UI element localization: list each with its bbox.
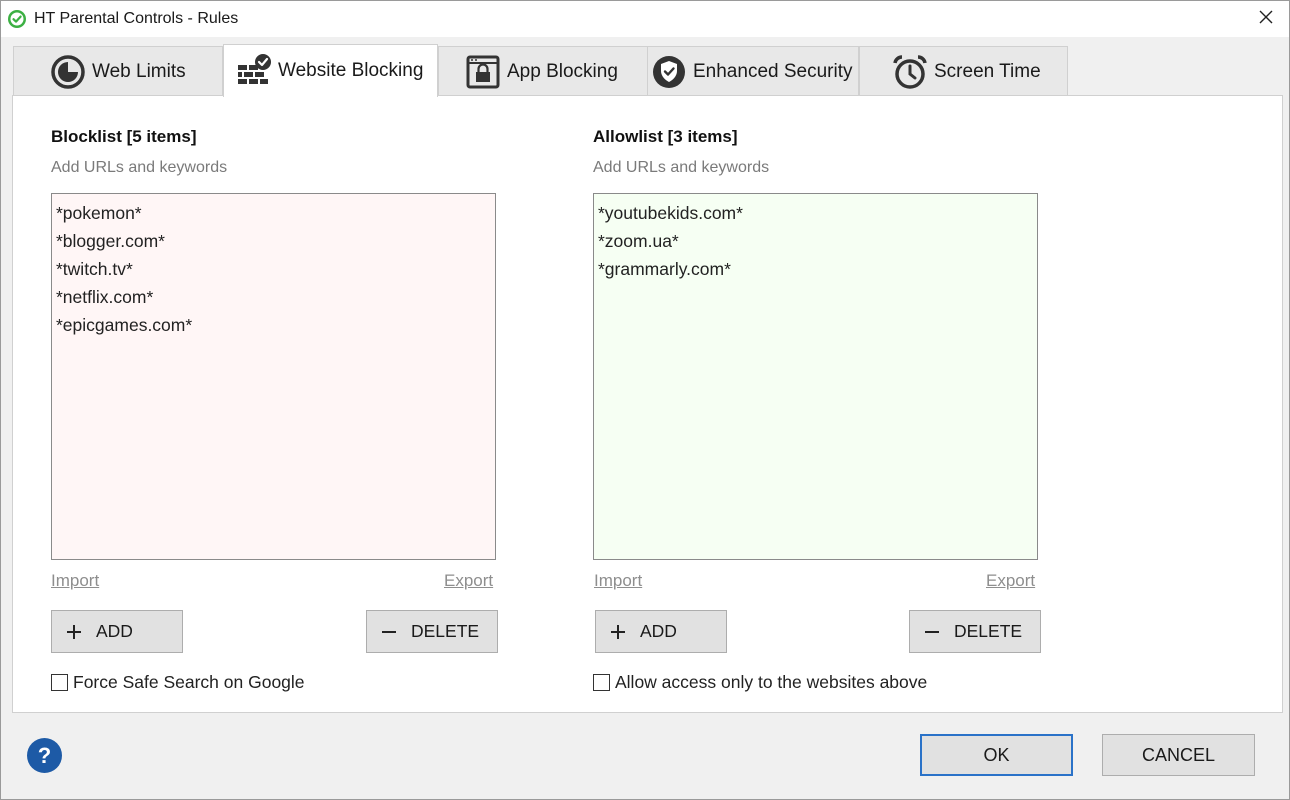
pie-clock-icon — [50, 54, 86, 90]
allowlist-export-link[interactable]: Export — [986, 571, 1035, 591]
website-blocking-panel: Blocklist [5 items] Add URLs and keyword… — [12, 95, 1283, 713]
tab-website-blocking[interactable]: Website Blocking — [223, 44, 438, 97]
blocklist-delete-button[interactable]: DELETE — [366, 610, 498, 653]
button-label: ADD — [640, 621, 677, 641]
tab-bar: Web Limits Website Blocking App Blocking… — [13, 44, 1283, 97]
allowlist-delete-button[interactable]: DELETE — [909, 610, 1041, 653]
plus-icon — [610, 624, 626, 640]
blocklist-section: Blocklist [5 items] Add URLs and keyword… — [51, 96, 501, 696]
list-item[interactable]: *epicgames.com* — [56, 311, 491, 339]
checkbox-label: Allow access only to the websites above — [615, 672, 928, 692]
list-item[interactable]: *youtubekids.com* — [598, 199, 1033, 227]
blocklist-box[interactable]: *pokemon* *blogger.com* *twitch.tv* *net… — [51, 193, 496, 560]
cancel-button[interactable]: CANCEL — [1102, 734, 1255, 776]
allowlist-box[interactable]: *youtubekids.com* *zoom.ua* *grammarly.c… — [593, 193, 1038, 560]
blocklist-add-button[interactable]: ADD — [51, 610, 183, 653]
tab-app-blocking[interactable]: App Blocking — [438, 46, 648, 96]
button-label: DELETE — [954, 621, 1023, 641]
tab-label: Enhanced Security — [693, 60, 853, 82]
rules-dialog: HT Parental Controls - Rules Web Limits — [0, 0, 1290, 800]
allowlist-section: Allowlist [3 items] Add URLs and keyword… — [593, 96, 1043, 696]
allowlist-add-button[interactable]: ADD — [595, 610, 727, 653]
checkbox[interactable] — [51, 674, 68, 691]
blocklist-subtitle: Add URLs and keywords — [51, 159, 228, 176]
help-button[interactable]: ? — [27, 738, 62, 773]
tab-label: Web Limits — [92, 60, 186, 82]
allowlist-title: Allowlist [3 items] — [593, 127, 738, 146]
list-item[interactable]: *grammarly.com* — [598, 255, 1033, 283]
blocklist-export-link[interactable]: Export — [444, 571, 493, 591]
checkbox-label: Force Safe Search on Google — [73, 672, 305, 692]
list-item[interactable]: *twitch.tv* — [56, 255, 491, 283]
tab-screen-time[interactable]: Screen Time — [859, 46, 1068, 96]
close-button[interactable] — [1243, 1, 1289, 37]
tab-label: Website Blocking — [278, 60, 424, 81]
list-item[interactable]: *pokemon* — [56, 199, 491, 227]
force-safe-search-checkbox[interactable]: Force Safe Search on Google — [51, 672, 305, 693]
tab-web-limits[interactable]: Web Limits — [13, 46, 223, 96]
alarm-clock-icon — [892, 54, 928, 90]
question-mark-icon: ? — [37, 742, 52, 768]
app-shield-icon — [7, 9, 27, 29]
blocklist-import-link[interactable]: Import — [51, 571, 99, 591]
tab-label: App Blocking — [507, 60, 618, 82]
button-label: DELETE — [411, 621, 480, 641]
shield-check-icon — [651, 54, 687, 90]
tab-enhanced-security[interactable]: Enhanced Security — [647, 46, 859, 96]
minus-icon — [381, 624, 397, 640]
title-bar: HT Parental Controls - Rules — [1, 1, 1289, 37]
list-item[interactable]: *netflix.com* — [56, 283, 491, 311]
window-title: HT Parental Controls - Rules — [34, 10, 239, 27]
tab-label: Screen Time — [934, 60, 1041, 82]
allowlist-subtitle: Add URLs and keywords — [593, 159, 770, 176]
allowlist-import-link[interactable]: Import — [594, 571, 642, 591]
app-lock-icon — [465, 54, 501, 90]
ok-button[interactable]: OK — [920, 734, 1073, 776]
list-item[interactable]: *zoom.ua* — [598, 227, 1033, 255]
button-label: ADD — [96, 621, 133, 641]
close-icon — [1258, 9, 1274, 30]
allow-only-listed-checkbox[interactable]: Allow access only to the websites above — [593, 672, 927, 693]
blocklist-title: Blocklist [5 items] — [51, 127, 197, 146]
plus-icon — [66, 624, 82, 640]
minus-icon — [924, 624, 940, 640]
list-item[interactable]: *blogger.com* — [56, 227, 491, 255]
checkbox[interactable] — [593, 674, 610, 691]
brick-wall-check-icon — [236, 53, 272, 89]
